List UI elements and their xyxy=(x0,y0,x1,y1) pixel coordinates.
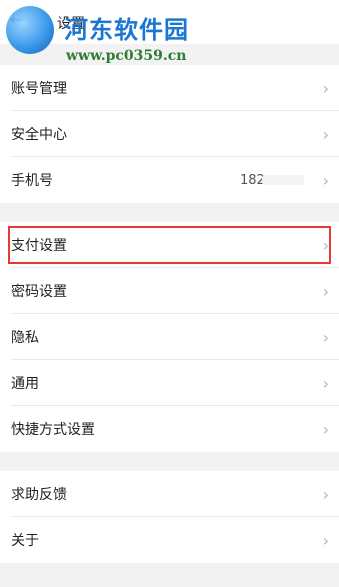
row-phone-number[interactable]: 手机号 182 › xyxy=(0,157,339,203)
chevron-right-icon: › xyxy=(322,327,329,347)
row-label: 隐私 xyxy=(11,330,39,346)
row-help-feedback[interactable]: 求助反馈 › xyxy=(0,471,339,517)
phone-value-redacted xyxy=(262,175,304,185)
row-label: 手机号 xyxy=(11,173,53,189)
watermark: 河东软件园 www.pc0359.cn xyxy=(0,0,230,72)
row-label: 安全中心 xyxy=(11,127,67,143)
row-password-settings[interactable]: 密码设置 › xyxy=(0,268,339,314)
chevron-right-icon: › xyxy=(322,373,329,393)
chevron-right-icon: › xyxy=(322,170,329,190)
row-label: 密码设置 xyxy=(11,284,67,300)
settings-group-support: 求助反馈 › 关于 › xyxy=(0,471,339,563)
row-security-center[interactable]: 安全中心 › xyxy=(0,111,339,157)
row-about[interactable]: 关于 › xyxy=(0,517,339,563)
chevron-right-icon: › xyxy=(322,78,329,98)
row-general[interactable]: 通用 › xyxy=(0,360,339,406)
row-shortcut-settings[interactable]: 快捷方式设置 › xyxy=(0,406,339,452)
chevron-right-icon: › xyxy=(322,484,329,504)
row-label: 求助反馈 xyxy=(11,487,67,503)
watermark-url: www.pc0359.cn xyxy=(66,48,187,64)
row-privacy[interactable]: 隐私 › xyxy=(0,314,339,360)
highlight-box xyxy=(8,226,331,264)
chevron-right-icon: › xyxy=(322,281,329,301)
settings-group-account: 账号管理 › 安全中心 › 手机号 182 › xyxy=(0,65,339,203)
row-label: 账号管理 xyxy=(11,81,67,97)
watermark-site-name: 河东软件园 xyxy=(64,16,189,44)
row-label: 快捷方式设置 xyxy=(11,422,95,438)
watermark-logo-icon xyxy=(6,6,54,54)
row-label: 关于 xyxy=(11,533,39,549)
chevron-right-icon: › xyxy=(322,530,329,550)
chevron-right-icon: › xyxy=(322,419,329,439)
row-account-management[interactable]: 账号管理 › xyxy=(0,65,339,111)
chevron-right-icon: › xyxy=(322,124,329,144)
row-label: 通用 xyxy=(11,376,39,392)
